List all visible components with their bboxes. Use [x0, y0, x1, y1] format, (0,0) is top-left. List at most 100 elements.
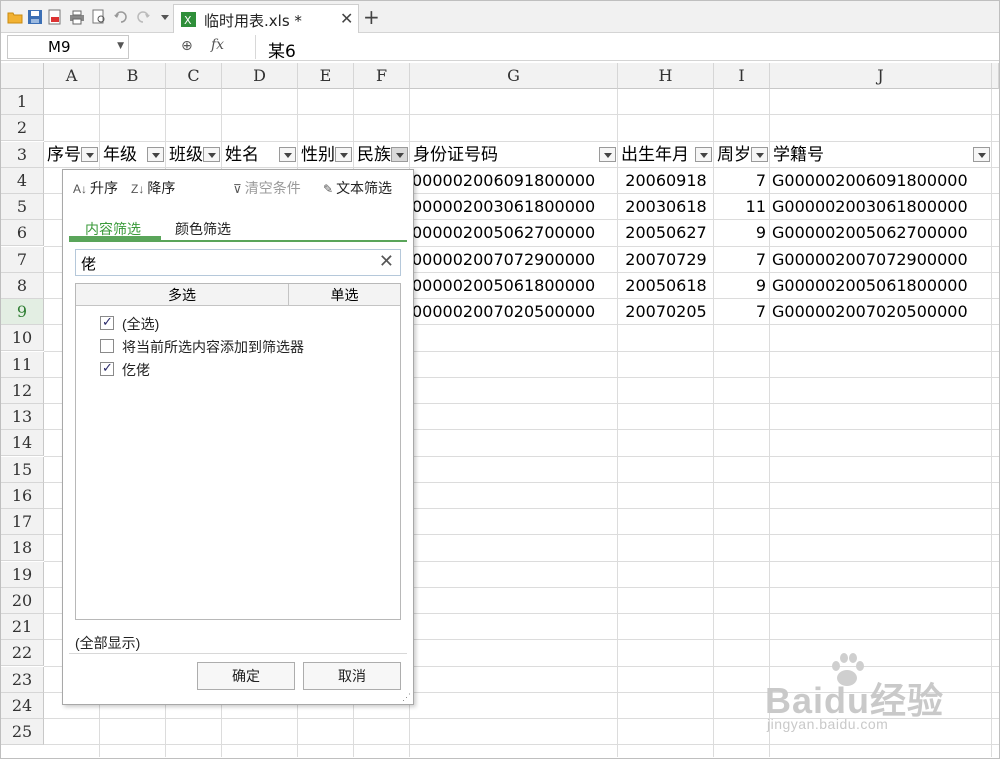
- header-cell-g[interactable]: 身份证号码: [413, 142, 599, 168]
- checkbox[interactable]: [100, 314, 114, 330]
- row-header-2[interactable]: 2: [1, 115, 44, 142]
- column-header-i[interactable]: I: [714, 63, 770, 89]
- filter-dropdown-d-button[interactable]: [279, 146, 296, 162]
- student-number-cell[interactable]: G000002006091800000: [772, 168, 991, 194]
- age-cell[interactable]: 7: [714, 168, 770, 194]
- id-number-cell[interactable]: 000002003061800000: [412, 194, 616, 220]
- header-cell-b[interactable]: 年级: [103, 142, 147, 168]
- column-header-j[interactable]: J: [770, 63, 992, 89]
- show-all-label[interactable]: (全部显示): [75, 633, 140, 653]
- close-tab-icon[interactable]: ✕: [340, 9, 353, 28]
- age-cell[interactable]: 9: [714, 273, 770, 299]
- resize-grip-icon[interactable]: ⋰: [402, 692, 411, 703]
- print-preview-icon[interactable]: [91, 9, 107, 25]
- id-number-cell[interactable]: 000002007020500000: [412, 299, 616, 325]
- checkbox[interactable]: [100, 360, 114, 376]
- export-pdf-icon[interactable]: [47, 9, 63, 25]
- student-number-cell[interactable]: G000002005061800000: [772, 273, 991, 299]
- filter-dropdown-e-button[interactable]: [335, 146, 352, 162]
- column-header-e[interactable]: E: [298, 63, 354, 89]
- single-select-column[interactable]: 单选: [289, 284, 400, 306]
- id-number-cell[interactable]: 000002007072900000: [412, 247, 616, 273]
- birth-date-cell[interactable]: 20050618: [618, 273, 714, 299]
- filter-dropdown-g-button[interactable]: [599, 146, 616, 162]
- clear-search-icon[interactable]: ✕: [379, 251, 394, 272]
- sort-ascending-button[interactable]: A↓ 升序: [73, 178, 118, 198]
- header-cell-i[interactable]: 周岁: [717, 142, 751, 168]
- age-cell[interactable]: 9: [714, 220, 770, 246]
- ok-button[interactable]: 确定: [197, 662, 295, 690]
- save-icon[interactable]: [27, 9, 43, 25]
- filter-dropdown-j-button[interactable]: [973, 146, 990, 162]
- birth-date-cell[interactable]: 20070205: [618, 299, 714, 325]
- redo-icon[interactable]: [135, 9, 151, 25]
- filter-search-input[interactable]: 佬 ✕: [75, 249, 401, 276]
- row-header-15[interactable]: 15: [1, 456, 44, 483]
- cancel-button[interactable]: 取消: [303, 662, 401, 690]
- birth-date-cell[interactable]: 20060918: [618, 168, 714, 194]
- row-header-16[interactable]: 16: [1, 482, 44, 509]
- header-cell-h[interactable]: 出生年月: [621, 142, 695, 168]
- row-header-20[interactable]: 20: [1, 587, 44, 614]
- birth-date-cell[interactable]: 20030618: [618, 194, 714, 220]
- row-header-23[interactable]: 23: [1, 666, 44, 693]
- header-cell-e[interactable]: 性别: [301, 142, 335, 168]
- clear-conditions-button[interactable]: ⊽ 清空条件: [233, 178, 301, 198]
- student-number-cell[interactable]: G000002007020500000: [772, 299, 991, 325]
- header-cell-d[interactable]: 姓名: [225, 142, 279, 168]
- student-number-cell[interactable]: G000002005062700000: [772, 220, 991, 246]
- row-header-25[interactable]: 25: [1, 719, 44, 745]
- checkbox[interactable]: [100, 339, 114, 353]
- function-icon[interactable]: fx: [211, 37, 224, 53]
- column-header-a[interactable]: A: [44, 63, 100, 89]
- undo-icon[interactable]: [113, 9, 129, 25]
- column-header-b[interactable]: B: [100, 63, 166, 89]
- row-header-10[interactable]: 10: [1, 325, 44, 352]
- age-cell[interactable]: 11: [714, 194, 770, 220]
- row-header-14[interactable]: 14: [1, 430, 44, 457]
- row-header-1[interactable]: 1: [1, 89, 44, 115]
- row-header-4[interactable]: 4: [1, 167, 44, 194]
- column-header-k[interactable]: [992, 63, 999, 89]
- row-header-8[interactable]: 8: [1, 272, 44, 299]
- print-icon[interactable]: [69, 9, 85, 25]
- zoom-lens-icon[interactable]: ⊕: [181, 38, 193, 54]
- row-header-21[interactable]: 21: [1, 614, 44, 640]
- age-cell[interactable]: 7: [714, 247, 770, 273]
- row-header-12[interactable]: 12: [1, 377, 44, 404]
- row-header-13[interactable]: 13: [1, 404, 44, 430]
- header-cell-f[interactable]: 民族: [357, 142, 391, 168]
- multi-select-column[interactable]: 多选: [76, 284, 289, 306]
- row-header-19[interactable]: 19: [1, 561, 44, 588]
- tab-color-filter[interactable]: 颜色筛选: [175, 219, 231, 239]
- header-cell-j[interactable]: 学籍号: [773, 142, 973, 168]
- birth-date-cell[interactable]: 20050627: [618, 220, 714, 246]
- id-number-cell[interactable]: 000002005061800000: [412, 273, 616, 299]
- open-folder-icon[interactable]: [7, 9, 23, 25]
- header-cell-a[interactable]: 序号: [47, 142, 81, 168]
- id-number-cell[interactable]: 000002005062700000: [412, 220, 616, 246]
- column-header-c[interactable]: C: [166, 63, 222, 89]
- age-cell[interactable]: 7: [714, 299, 770, 325]
- filter-dropdown-f-button[interactable]: [391, 146, 408, 162]
- birth-date-cell[interactable]: 20070729: [618, 247, 714, 273]
- column-header-f[interactable]: F: [354, 63, 410, 89]
- row-header-5[interactable]: 5: [1, 194, 44, 220]
- student-number-cell[interactable]: G000002007072900000: [772, 247, 991, 273]
- filter-dropdown-a-button[interactable]: [81, 146, 98, 162]
- filter-dropdown-h-button[interactable]: [695, 146, 712, 162]
- filter-dropdown-c-button[interactable]: [203, 146, 220, 162]
- text-filter-button[interactable]: ✎ 文本筛选: [323, 178, 392, 198]
- filter-dropdown-b-button[interactable]: [147, 146, 164, 162]
- student-number-cell[interactable]: G000002003061800000: [772, 194, 991, 220]
- select-all-corner[interactable]: [1, 63, 44, 89]
- column-header-g[interactable]: G: [410, 63, 618, 89]
- customize-toolbar-chevron-icon[interactable]: [157, 9, 173, 25]
- row-header-7[interactable]: 7: [1, 246, 44, 273]
- row-header-3[interactable]: 3: [1, 141, 44, 168]
- row-header-9[interactable]: 9: [1, 299, 44, 325]
- name-box[interactable]: M9 ▼: [7, 35, 129, 59]
- row-header-11[interactable]: 11: [1, 351, 44, 378]
- filter-dropdown-i-button[interactable]: [751, 146, 768, 162]
- row-header-18[interactable]: 18: [1, 535, 44, 562]
